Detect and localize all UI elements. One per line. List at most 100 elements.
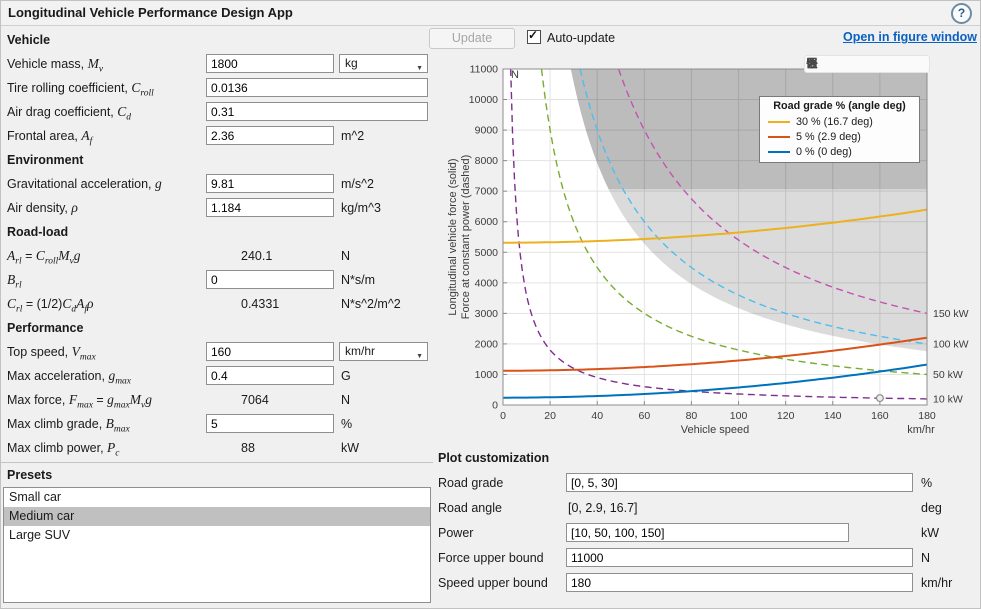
road-grade-unit: % bbox=[921, 471, 932, 496]
form-row-air-density: Air density, ρkg/m^3 bbox=[1, 196, 433, 220]
preset-item-small-car[interactable]: Small car bbox=[4, 488, 430, 507]
max-acceleration-unit: G bbox=[341, 364, 351, 388]
road-angle-label: Road angle bbox=[438, 496, 502, 521]
legend-entry-label: 0 % (0 deg) bbox=[796, 146, 852, 158]
svg-text:60: 60 bbox=[638, 410, 650, 422]
road-angle-value: [0, 2.9, 16.7] bbox=[568, 496, 638, 521]
c-rl-unit: N*s^2/m^2 bbox=[341, 292, 401, 316]
svg-text:4000: 4000 bbox=[475, 277, 499, 289]
a-rl-value: 240.1 bbox=[241, 244, 272, 268]
svg-text:100: 100 bbox=[730, 410, 748, 422]
max-climb-power-unit: kW bbox=[341, 436, 359, 460]
force-upper-bound-label: Force upper bound bbox=[438, 546, 544, 571]
c-rl-value: 0.4331 bbox=[241, 292, 279, 316]
power-label: Power bbox=[438, 521, 473, 546]
air-density-input[interactable] bbox=[206, 198, 334, 217]
auto-update-checkbox[interactable]: ✓ bbox=[527, 30, 541, 44]
svg-text:6000: 6000 bbox=[475, 216, 499, 228]
update-button[interactable]: Update bbox=[429, 28, 515, 49]
gravitational-acceleration-label: Gravitational acceleration, g bbox=[7, 172, 162, 196]
vehicle-mass-unit-value: kg bbox=[345, 56, 358, 70]
tire-rolling-coefficient-input[interactable] bbox=[206, 78, 428, 97]
preset-item-medium-car[interactable]: Medium car bbox=[4, 507, 430, 526]
form-row-c-rl: Crl = (1/2)CdAfρ0.4331N*s^2/m^2 bbox=[1, 292, 433, 316]
form-row-max-acceleration: Max acceleration, gmaxG bbox=[1, 364, 433, 388]
top-speed-input[interactable] bbox=[206, 342, 334, 361]
svg-text:20: 20 bbox=[544, 410, 556, 422]
form-row-gravitational-acceleration: Gravitational acceleration, g m/s^2 bbox=[1, 172, 433, 196]
max-acceleration-input[interactable] bbox=[206, 366, 334, 385]
legend-title: Road grade % (angle deg) bbox=[760, 99, 919, 114]
pc-row-road-grade: Road grade% bbox=[421, 471, 981, 496]
c-rl-label: Crl = (1/2)CdAfρ bbox=[7, 292, 93, 322]
vehicle-mass-unit-dropdown[interactable]: kg▼ bbox=[339, 54, 428, 73]
svg-text:100 kW: 100 kW bbox=[933, 338, 969, 350]
force-upper-bound-input[interactable] bbox=[566, 548, 913, 567]
svg-text:11000: 11000 bbox=[470, 64, 499, 76]
export-icon[interactable] bbox=[843, 57, 857, 71]
max-climb-grade-input[interactable] bbox=[206, 414, 334, 433]
top-speed-unit-dropdown[interactable]: km/hr▼ bbox=[339, 342, 428, 361]
zoom-out-icon[interactable] bbox=[894, 57, 908, 71]
max-force-value: 7064 bbox=[241, 388, 269, 412]
frontal-area-label: Frontal area, Af bbox=[7, 124, 92, 154]
svg-text:9000: 9000 bbox=[475, 125, 499, 137]
legend-entry-5-2-9-deg: 5 % (2.9 deg) bbox=[760, 129, 919, 144]
svg-text:0: 0 bbox=[500, 410, 506, 422]
svg-text:0: 0 bbox=[492, 400, 498, 412]
air-drag-coefficient-input[interactable] bbox=[206, 102, 428, 121]
help-icon: ? bbox=[958, 6, 965, 20]
speed-upper-bound-unit: km/hr bbox=[921, 571, 952, 596]
power-unit: kW bbox=[921, 521, 939, 546]
svg-text:8000: 8000 bbox=[475, 155, 499, 167]
zoom-in-icon[interactable] bbox=[877, 57, 891, 71]
auto-update-label: Auto-update bbox=[547, 31, 615, 45]
form-row-max-climb-power: Max climb power, Pc88kW bbox=[1, 436, 433, 460]
top-speed-unit-value: km/hr bbox=[345, 344, 375, 358]
open-in-figure-window-link[interactable]: Open in figure window bbox=[843, 30, 977, 44]
svg-text:N: N bbox=[511, 69, 519, 81]
plot-customization-title: Plot customization bbox=[421, 446, 981, 471]
legend-entry-label: 5 % (2.9 deg) bbox=[796, 131, 861, 143]
help-button[interactable]: ? bbox=[951, 3, 972, 24]
preset-item-large-suv[interactable]: Large SUV bbox=[4, 526, 430, 545]
chart-legend: Road grade % (angle deg)30 % (16.7 deg)5… bbox=[759, 96, 920, 163]
pan-icon[interactable] bbox=[860, 57, 874, 71]
form-row-max-climb-grade: Max climb grade, Bmax% bbox=[1, 412, 433, 436]
form-row-tire-rolling-coefficient: Tire rolling coefficient, Croll bbox=[1, 76, 433, 100]
road-grade-label: Road grade bbox=[438, 471, 503, 496]
axes-toolbar bbox=[804, 55, 930, 73]
check-icon: ✓ bbox=[528, 28, 538, 42]
datatip-icon[interactable] bbox=[826, 57, 840, 71]
vehicle-mass-input[interactable] bbox=[206, 54, 334, 73]
svg-text:3000: 3000 bbox=[475, 308, 499, 320]
gravitational-acceleration-unit: m/s^2 bbox=[341, 172, 374, 196]
frontal-area-input[interactable] bbox=[206, 126, 334, 145]
form-row-top-speed: Top speed, Vmaxkm/hr▼ bbox=[1, 340, 433, 364]
plot-customization-panel: Plot customization Road grade%Road angle… bbox=[421, 444, 981, 596]
left-panel: VehicleVehicle mass, Mvkg▼Tire rolling c… bbox=[1, 25, 433, 608]
road-grade-input[interactable] bbox=[566, 473, 913, 492]
b-rl-unit: N*s/m bbox=[341, 268, 375, 292]
force-upper-bound-unit: N bbox=[921, 546, 930, 571]
svg-text:Force at constant power (dashe: Force at constant power (dashed) bbox=[460, 155, 472, 319]
svg-text:150 kW: 150 kW bbox=[933, 308, 969, 320]
presets-listbox[interactable]: Small carMedium carLarge SUV bbox=[3, 487, 431, 603]
legend-line-swatch bbox=[768, 151, 790, 153]
speed-upper-bound-input[interactable] bbox=[566, 573, 913, 592]
air-density-unit: kg/m^3 bbox=[341, 196, 381, 220]
svg-text:7000: 7000 bbox=[475, 186, 499, 198]
home-icon[interactable] bbox=[911, 57, 925, 71]
gravitational-acceleration-input[interactable] bbox=[206, 174, 334, 193]
pc-row-force-upper-bound: Force upper bound N bbox=[421, 546, 981, 571]
max-climb-power-label: Max climb power, Pc bbox=[7, 436, 120, 466]
svg-text:40: 40 bbox=[591, 410, 603, 422]
speed-upper-bound-label: Speed upper bound bbox=[438, 571, 548, 596]
power-input[interactable] bbox=[566, 523, 849, 542]
svg-text:5000: 5000 bbox=[475, 247, 499, 259]
svg-text:1000: 1000 bbox=[475, 369, 499, 381]
page-title: Longitudinal Vehicle Performance Design … bbox=[8, 5, 293, 20]
legend-line-swatch bbox=[768, 121, 790, 123]
svg-text:2000: 2000 bbox=[475, 338, 499, 350]
b-rl-input[interactable] bbox=[206, 270, 334, 289]
